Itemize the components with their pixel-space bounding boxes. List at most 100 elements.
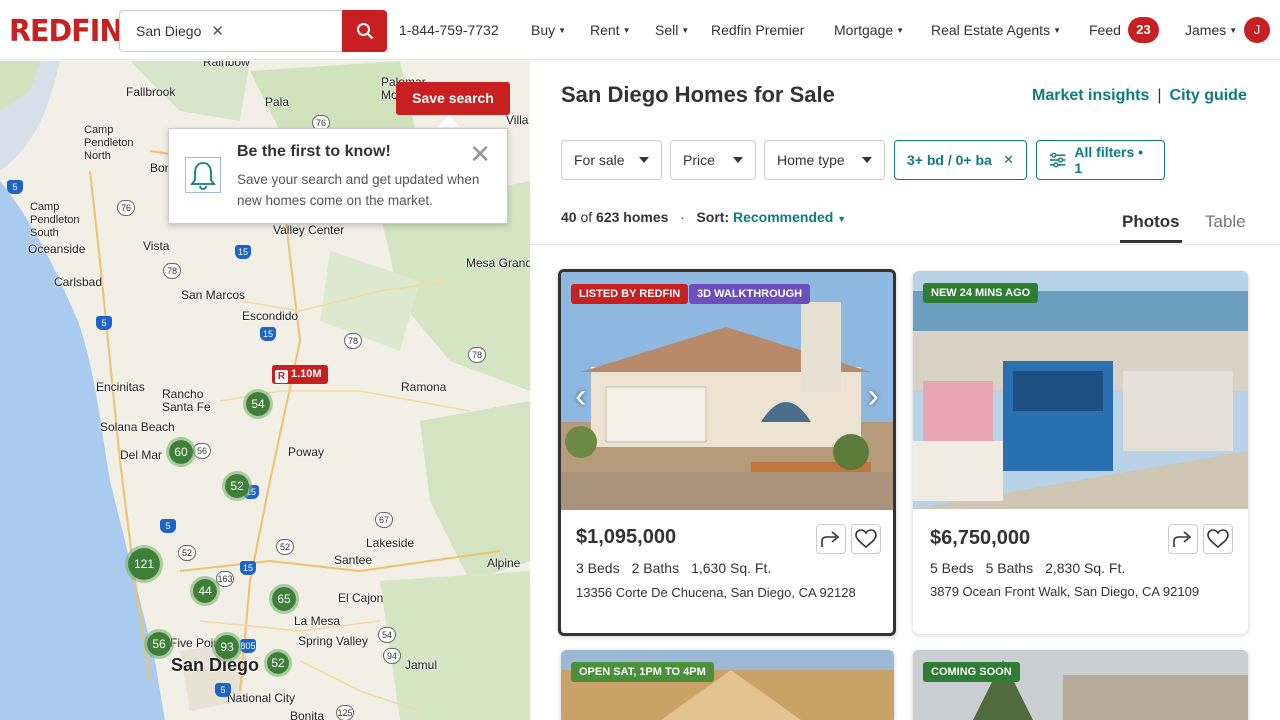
share-icon [821,531,840,547]
active-tab-indicator [1120,240,1182,243]
nav-sell[interactable]: Sell ▼ [655,22,689,38]
place-rainbow: Rainbow [203,61,250,69]
save-search-button[interactable]: Save search [396,82,510,115]
chevron-left-icon[interactable]: ‹ [575,377,586,416]
search-button[interactable] [342,10,387,52]
listing-photo[interactable]: NEW 24 MINS AGO [913,271,1248,509]
price-filter[interactable]: Price [670,140,756,180]
map-cluster[interactable]: 56 [144,629,174,659]
nav-rent[interactable]: Rent ▼ [590,22,631,38]
city-guide-link[interactable]: City guide [1170,87,1247,104]
route-shield: 78 [468,347,486,363]
heart-icon [1207,529,1229,549]
listing-photo[interactable]: COMING SOON [913,650,1248,720]
map-cluster[interactable]: 60 [166,437,196,467]
house-photo [913,271,1248,509]
listing-tag: OPEN SAT, 1PM TO 4PM [571,662,714,682]
close-icon[interactable]: ✕ [469,141,491,167]
close-icon[interactable]: ✕ [211,22,224,40]
listing-card[interactable]: OPEN SAT, 1PM TO 4PM [561,650,894,720]
all-filters-button[interactable]: All filters • 1 [1036,140,1165,180]
place-encinitas: Encinitas [96,380,145,394]
nav-redfin-premier[interactable]: Redfin Premier [711,22,804,38]
chevron-down-icon: ▼ [1229,26,1238,35]
beds-baths-filter[interactable]: 3+ bd / 0+ ba ✕ [894,140,1027,180]
favorite-button[interactable] [1203,524,1233,554]
place-ramona: Ramona [401,380,447,394]
for-sale-filter[interactable]: For sale [561,140,662,180]
market-insights-link[interactable]: Market insights [1032,87,1149,104]
listing-photo[interactable]: LISTED BY REDFIN 3D WALKTHROUGH ‹ › [561,272,893,510]
popup-title: Be the first to know! [237,143,391,160]
nav-sell-label: Sell [655,22,679,38]
listing-card[interactable]: NEW 24 MINS AGO $6,750,000 5 Beds 5 Baths… [913,271,1248,634]
nav-buy-label: Buy [531,22,556,38]
map-cluster[interactable]: 52 [264,649,292,677]
nav-agents[interactable]: Real Estate Agents ▼ [931,22,1061,38]
user-menu[interactable]: James ▼ [1185,22,1237,38]
chevron-down-icon [862,157,872,163]
listing-beds: 3 Beds [576,560,620,576]
feed-count-badge[interactable]: 23 [1128,17,1159,43]
route-shield: 67 [375,512,393,528]
place-camp-pendleton-north: Camp Pendleton North [84,124,134,162]
interstate-shield: 805 [240,639,256,653]
tab-photos[interactable]: Photos [1122,212,1180,232]
avatar[interactable]: J [1244,17,1270,43]
map-price-pin[interactable]: R 1.10M [272,365,328,384]
place-escondido: Escondido [242,309,299,323]
chevron-down-icon [639,157,649,163]
page-title: San Diego Homes for Sale [561,82,835,107]
listing-card[interactable]: COMING SOON [913,650,1248,720]
map-cluster[interactable]: 121 [125,545,163,583]
nav-feed[interactable]: Feed [1089,22,1121,38]
sort-dropdown[interactable]: Recommended ▼ [733,209,846,225]
route-shield: 78 [344,333,362,349]
place-san-marcos: San Marcos [181,288,246,302]
nav-mortgage[interactable]: Mortgage ▼ [834,22,904,38]
listing-address[interactable]: 13356 Corte De Chucena, San Diego, CA 92… [576,585,856,600]
tab-table[interactable]: Table [1205,212,1246,232]
place-fallbrook: Fallbrook [126,85,176,99]
nav-buy[interactable]: Buy ▼ [531,22,566,38]
route-shield: 76 [117,200,135,216]
place-oceanside: Oceanside [28,242,86,256]
share-button[interactable] [1168,524,1198,554]
place-vista: Vista [143,239,170,253]
chevron-right-icon[interactable]: › [868,377,879,416]
map-cluster[interactable]: 93 [212,632,242,662]
search-box[interactable]: San Diego ✕ [119,10,387,52]
listing-tag: LISTED BY REDFIN [571,284,689,304]
listing-address[interactable]: 3879 Ocean Front Walk, San Diego, CA 921… [930,584,1199,599]
chevron-down-icon: ▼ [837,214,847,224]
home-type-filter[interactable]: Home type [764,140,885,180]
listing-beds: 5 Beds [930,560,974,576]
interstate-shield: 5 [96,316,112,330]
interstate-shield: 15 [235,245,251,259]
place-el-cajon: El Cajon [338,591,384,605]
share-button[interactable] [816,524,846,554]
save-search-popup: Be the first to know! Save your search a… [168,128,508,224]
header-links: Market insights | City guide [1032,87,1247,105]
nav-rent-label: Rent [590,22,620,38]
map-cluster[interactable]: 52 [222,471,252,501]
place-la-mesa: La Mesa [294,614,341,628]
listing-tag: COMING SOON [923,662,1020,682]
chevron-down-icon: ▼ [622,26,631,35]
listing-tag: NEW 24 MINS AGO [923,283,1039,303]
all-filters-label: All filters • 1 [1074,144,1144,176]
map-cluster[interactable]: 65 [269,584,299,614]
map-cluster[interactable]: 44 [190,576,220,606]
house-photo [561,272,893,510]
listing-photo[interactable]: OPEN SAT, 1PM TO 4PM [561,650,894,720]
place-del-mar: Del Mar [120,448,163,462]
route-shield: 54 [378,627,396,643]
results-dot: · [672,209,693,225]
favorite-button[interactable] [851,524,881,554]
place-solana-beach: Solana Beach [100,420,175,434]
redfin-logo[interactable]: REDFIN [9,14,123,49]
listing-card[interactable]: LISTED BY REDFIN 3D WALKTHROUGH ‹ › $1,0… [558,269,896,636]
close-icon[interactable]: ✕ [1003,152,1014,168]
map-cluster[interactable]: 54 [243,389,273,419]
phone-link[interactable]: 1-844-759-7732 [399,22,499,38]
